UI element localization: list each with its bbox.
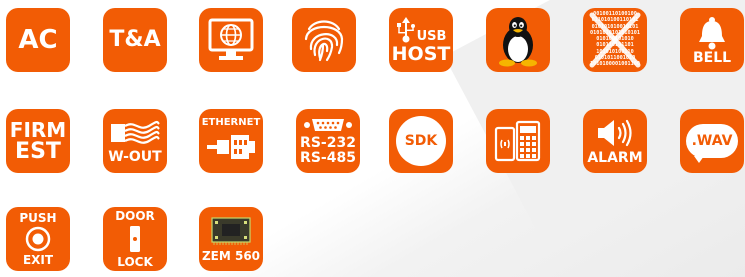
zem560-tile[interactable]: ZEM 560 xyxy=(199,207,263,271)
push-button-icon xyxy=(25,226,51,252)
wout-label: W-OUT xyxy=(108,149,162,165)
usb-icon xyxy=(396,16,415,42)
est-label: EST xyxy=(15,138,61,164)
alarm-label: ALARM xyxy=(587,149,643,166)
ethernet-label: ETHERNET xyxy=(201,116,261,128)
wav-label: .WAV xyxy=(691,133,733,149)
linux-tile[interactable] xyxy=(486,8,550,72)
sdk-badge: SDK xyxy=(396,116,446,166)
rs232-rs485-tile[interactable]: RS-232 RS-485 xyxy=(296,109,360,173)
bell-icon xyxy=(699,16,725,49)
door-lock-tile[interactable]: DOOR LOCK xyxy=(103,207,167,271)
x-cross-icon xyxy=(589,12,641,68)
sdk-label: SDK xyxy=(404,133,438,149)
globe-monitor-icon xyxy=(208,18,254,60)
rs232-label: RS-232 xyxy=(300,135,356,151)
wires-icon xyxy=(111,120,160,144)
usb-label: USB xyxy=(416,28,447,44)
zem-label: ZEM 560 xyxy=(201,249,261,263)
serial-port-icon xyxy=(304,119,352,131)
fingerprint-tile[interactable] xyxy=(292,8,356,72)
wav-tile[interactable]: .WAV xyxy=(680,109,744,173)
firm-label: FIRM xyxy=(9,117,67,142)
host-label: HOST xyxy=(391,42,451,65)
ac-tile[interactable]: AC xyxy=(6,8,70,72)
binary-icon: 00100110100100 011010100110101 010101010… xyxy=(586,11,644,69)
wiegand-out-tile[interactable]: W-OUT xyxy=(103,109,167,173)
card-reader-tile[interactable] xyxy=(486,109,550,173)
fingerprint-icon xyxy=(304,20,344,62)
ethernet-plug-icon xyxy=(207,134,255,159)
push-label: PUSH xyxy=(19,211,57,225)
ta-tile[interactable]: T&A xyxy=(103,8,167,72)
speaker-icon xyxy=(598,119,632,146)
card-keypad-icon xyxy=(494,120,541,162)
lock-icon xyxy=(130,226,140,252)
firmware-test-tile[interactable]: FIRM EST xyxy=(6,109,70,173)
door-label: DOOR xyxy=(115,209,155,223)
circuit-board-icon xyxy=(211,217,251,245)
usb-host-tile[interactable]: USB HOST xyxy=(389,8,453,72)
ethernet-tile[interactable]: ETHERNET xyxy=(199,109,263,173)
web-server-tile[interactable] xyxy=(199,8,263,72)
bell-label: BELL xyxy=(692,49,732,66)
linux-penguin-icon xyxy=(499,17,537,67)
alarm-tile[interactable]: ALARM xyxy=(583,109,647,173)
ta-label: T&A xyxy=(109,27,161,52)
rs485-label: RS-485 xyxy=(300,150,356,166)
speech-bubble: .WAV xyxy=(686,124,738,163)
push-exit-tile[interactable]: PUSH EXIT xyxy=(6,207,70,271)
bell-tile[interactable]: BELL xyxy=(680,8,744,72)
ac-label: AC xyxy=(18,25,58,55)
sdk-tile[interactable]: SDK xyxy=(389,109,453,173)
binary-data-tile[interactable]: 00100110100100 011010100110101 010101010… xyxy=(583,8,647,72)
exit-label: EXIT xyxy=(22,253,54,267)
lock-label: LOCK xyxy=(117,255,153,269)
